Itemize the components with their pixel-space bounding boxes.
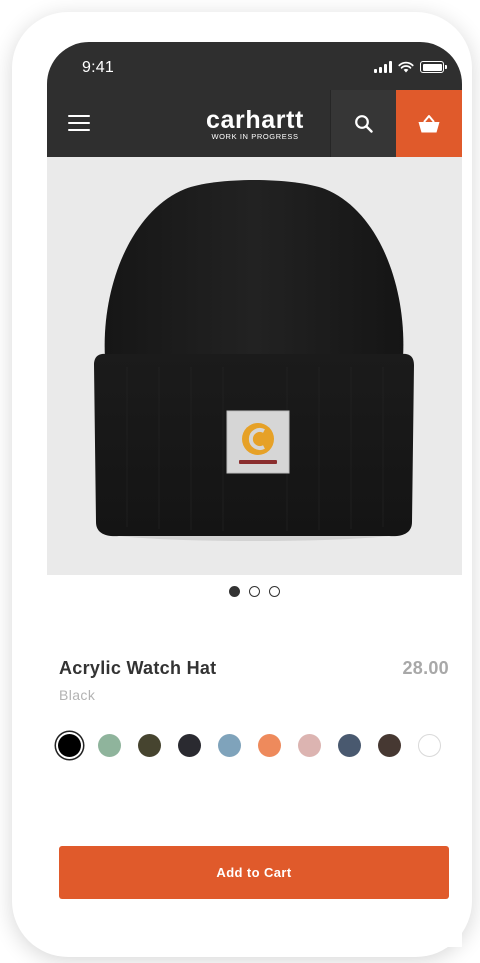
color-swatch-10[interactable] — [418, 734, 441, 757]
battery-icon — [420, 61, 447, 73]
product-title: Acrylic Watch Hat — [59, 658, 217, 678]
product-price: 28.00 — [402, 658, 449, 678]
carousel-dot-2[interactable] — [249, 586, 260, 597]
selected-color-name: Black — [59, 687, 96, 703]
status-time: 9:41 — [82, 59, 114, 76]
color-swatch-1[interactable] — [58, 734, 81, 757]
phone-frame: 9:41 carhartt WORK IN PROGRESS Acrylic W… — [12, 12, 472, 957]
nav-bar: carhartt WORK IN PROGRESS — [47, 90, 462, 157]
color-swatch-2[interactable] — [98, 734, 121, 757]
color-swatch-6[interactable] — [258, 734, 281, 757]
status-icons — [374, 60, 447, 74]
status-bar: 9:41 — [47, 42, 462, 90]
product-image[interactable] — [47, 157, 462, 575]
hamburger-menu-icon[interactable] — [59, 103, 99, 143]
color-swatch-7[interactable] — [298, 734, 321, 757]
carousel-dot-1[interactable] — [229, 586, 240, 597]
carhartt-logo[interactable]: carhartt WORK IN PROGRESS — [187, 108, 323, 142]
color-swatches — [58, 734, 453, 757]
color-swatch-5[interactable] — [218, 734, 241, 757]
color-swatch-3[interactable] — [138, 734, 161, 757]
color-swatch-9[interactable] — [378, 734, 401, 757]
cart-button[interactable] — [396, 90, 462, 157]
search-button[interactable] — [330, 90, 396, 157]
color-swatch-8[interactable] — [338, 734, 361, 757]
beanie-image — [94, 180, 414, 541]
color-swatch-4[interactable] — [178, 734, 201, 757]
image-carousel-dots — [47, 586, 462, 598]
signal-icon — [374, 61, 392, 73]
carousel-dot-3[interactable] — [269, 586, 280, 597]
wifi-icon — [398, 61, 414, 73]
search-icon — [354, 114, 373, 133]
add-to-cart-button[interactable]: Add to Cart — [59, 846, 449, 899]
app-screen: 9:41 carhartt WORK IN PROGRESS Acrylic W… — [47, 42, 462, 947]
basket-icon — [418, 114, 440, 132]
logo-wordmark: carhartt — [206, 106, 304, 134]
